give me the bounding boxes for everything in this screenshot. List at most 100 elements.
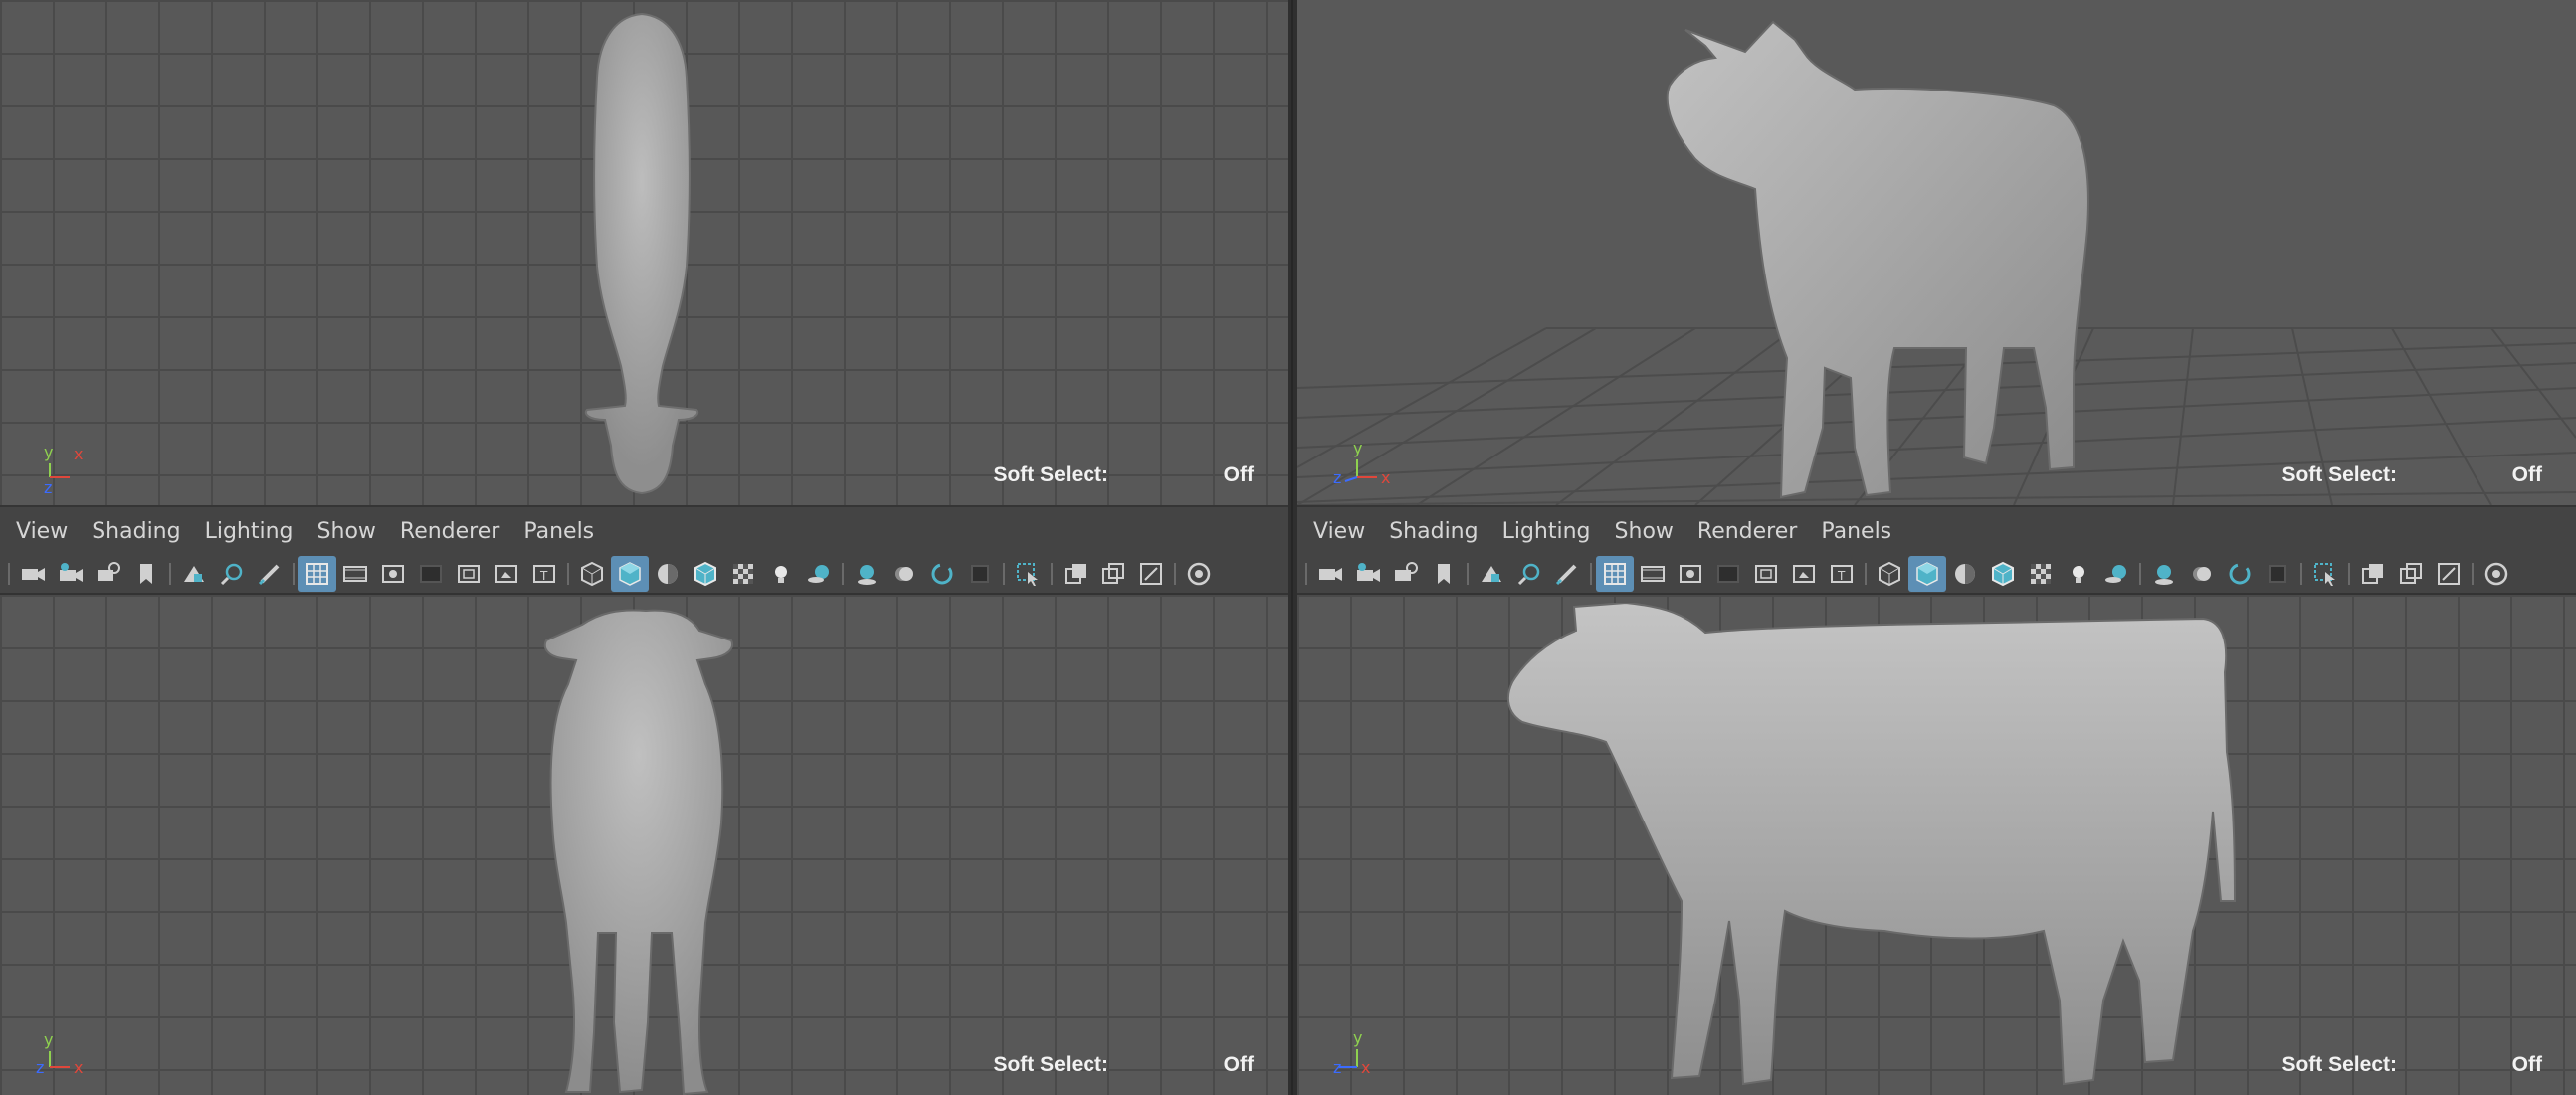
use-all-lights-icon[interactable] bbox=[2060, 556, 2097, 592]
menu-lighting[interactable]: Lighting bbox=[203, 519, 311, 544]
axis-x-label: x bbox=[74, 445, 83, 463]
menu-view[interactable]: View bbox=[14, 519, 86, 544]
shadows-icon[interactable] bbox=[800, 556, 838, 592]
panel-menubar: View Shading Lighting Show Renderer Pane… bbox=[0, 505, 1288, 555]
xray-active-icon[interactable] bbox=[1132, 556, 1170, 592]
menu-lighting[interactable]: Lighting bbox=[1500, 519, 1609, 544]
grease-pencil-icon[interactable] bbox=[251, 556, 289, 592]
anti-aliasing-icon[interactable] bbox=[923, 556, 961, 592]
anti-aliasing-icon[interactable] bbox=[2221, 556, 2259, 592]
exposure-icon[interactable] bbox=[2477, 556, 2515, 592]
wireframe-on-shaded-icon[interactable] bbox=[1984, 556, 2022, 592]
screen-space-ao-icon[interactable] bbox=[848, 556, 886, 592]
lock-camera-icon[interactable] bbox=[1387, 556, 1425, 592]
menu-panels[interactable]: Panels bbox=[1819, 519, 1909, 544]
select-camera-icon[interactable] bbox=[14, 556, 52, 592]
grid-icon[interactable] bbox=[1596, 556, 1634, 592]
default-material-icon[interactable] bbox=[1946, 556, 1984, 592]
viewport-top[interactable]: y x z Soft Select: Off bbox=[0, 0, 1288, 505]
textured-icon[interactable] bbox=[2022, 556, 2060, 592]
xray-icon[interactable] bbox=[1057, 556, 1094, 592]
film-gate-icon[interactable] bbox=[336, 556, 374, 592]
xray-icon[interactable] bbox=[2354, 556, 2392, 592]
viewport-front-canvas[interactable]: y x z Soft Select: Off bbox=[0, 595, 1288, 1095]
bookmark-icon[interactable] bbox=[1425, 556, 1463, 592]
viewport-side-canvas[interactable]: y z x Soft Select: Off bbox=[1297, 595, 2576, 1095]
menu-panels[interactable]: Panels bbox=[521, 519, 612, 544]
motion-blur-icon[interactable] bbox=[886, 556, 923, 592]
menu-shading[interactable]: Shading bbox=[90, 519, 198, 544]
screen-space-ao-icon[interactable] bbox=[2145, 556, 2183, 592]
safe-title-icon[interactable]: T bbox=[525, 556, 563, 592]
axis-z-label: z bbox=[1333, 468, 1341, 487]
safe-action-icon[interactable] bbox=[1785, 556, 1823, 592]
menu-renderer[interactable]: Renderer bbox=[1695, 519, 1815, 544]
cow-model-top[interactable] bbox=[567, 8, 716, 495]
film-gate-icon[interactable] bbox=[1634, 556, 1672, 592]
axis-y-label: y bbox=[1353, 1028, 1362, 1047]
xray-joints-icon[interactable] bbox=[2392, 556, 2430, 592]
toolbar-separator bbox=[1861, 559, 1871, 589]
toolbar-separator bbox=[838, 559, 848, 589]
resolution-gate-icon[interactable] bbox=[374, 556, 412, 592]
safe-action-icon[interactable] bbox=[488, 556, 525, 592]
xray-joints-icon[interactable] bbox=[1094, 556, 1132, 592]
field-chart-icon[interactable] bbox=[450, 556, 488, 592]
cow-model-front[interactable] bbox=[522, 605, 771, 1095]
soft-select-label: Soft Select: bbox=[2281, 1053, 2397, 1076]
smooth-shade-icon[interactable] bbox=[1908, 556, 1946, 592]
image-plane-icon[interactable] bbox=[175, 556, 213, 592]
pane-divider[interactable] bbox=[1288, 0, 1297, 1095]
bookmark-icon[interactable] bbox=[127, 556, 165, 592]
2d-pan-zoom-icon[interactable] bbox=[213, 556, 251, 592]
menu-view[interactable]: View bbox=[1311, 519, 1383, 544]
camera-attributes-icon[interactable] bbox=[52, 556, 90, 592]
2d-pan-zoom-icon[interactable] bbox=[1510, 556, 1548, 592]
field-chart-icon[interactable] bbox=[1747, 556, 1785, 592]
camera-attributes-icon[interactable] bbox=[1349, 556, 1387, 592]
wireframe-on-shaded-icon[interactable] bbox=[687, 556, 724, 592]
resolution-gate-icon[interactable] bbox=[1672, 556, 1709, 592]
use-all-lights-icon[interactable] bbox=[762, 556, 800, 592]
motion-blur-icon[interactable] bbox=[2183, 556, 2221, 592]
axis-z-label: z bbox=[36, 1058, 44, 1077]
cow-model-side[interactable] bbox=[1506, 603, 2382, 1095]
shadows-icon[interactable] bbox=[2097, 556, 2135, 592]
panel-menubar: View Shading Lighting Show Renderer Pane… bbox=[1297, 505, 2576, 555]
gate-mask-icon[interactable] bbox=[1709, 556, 1747, 592]
panel-toolbar: T bbox=[0, 555, 1288, 595]
viewport-persp-canvas[interactable]: y x z Soft Select: Off bbox=[1297, 0, 2576, 505]
smooth-shade-icon[interactable] bbox=[611, 556, 649, 592]
menu-show[interactable]: Show bbox=[1613, 519, 1691, 544]
gate-mask-icon[interactable] bbox=[412, 556, 450, 592]
select-camera-icon[interactable] bbox=[1311, 556, 1349, 592]
toolbar-separator bbox=[4, 559, 14, 589]
textured-icon[interactable] bbox=[724, 556, 762, 592]
toolbar-separator bbox=[1301, 559, 1311, 589]
isolate-select-icon[interactable] bbox=[2306, 556, 2344, 592]
xray-active-icon[interactable] bbox=[2430, 556, 2468, 592]
safe-title-icon[interactable]: T bbox=[1823, 556, 1861, 592]
toolbar-separator bbox=[1586, 559, 1596, 589]
wireframe-icon[interactable] bbox=[573, 556, 611, 592]
viewport-front[interactable]: View Shading Lighting Show Renderer Pane… bbox=[0, 505, 1288, 1095]
wireframe-icon[interactable] bbox=[1871, 556, 1908, 592]
lock-camera-icon[interactable] bbox=[90, 556, 127, 592]
viewport-side[interactable]: View Shading Lighting Show Renderer Pane… bbox=[1297, 505, 2576, 1095]
toolbar-separator bbox=[2296, 559, 2306, 589]
grease-pencil-icon[interactable] bbox=[1548, 556, 1586, 592]
depth-of-field-icon[interactable] bbox=[961, 556, 999, 592]
viewport-persp[interactable]: y x z Soft Select: Off bbox=[1297, 0, 2576, 505]
menu-shading[interactable]: Shading bbox=[1387, 519, 1495, 544]
menu-renderer[interactable]: Renderer bbox=[398, 519, 517, 544]
isolate-select-icon[interactable] bbox=[1009, 556, 1047, 592]
toolbar-separator bbox=[563, 559, 573, 589]
depth-of-field-icon[interactable] bbox=[2259, 556, 2296, 592]
grid-icon[interactable] bbox=[298, 556, 336, 592]
default-material-icon[interactable] bbox=[649, 556, 687, 592]
exposure-icon[interactable] bbox=[1180, 556, 1218, 592]
viewport-top-canvas[interactable]: y x z Soft Select: Off bbox=[0, 0, 1288, 505]
cow-model-persp[interactable] bbox=[1656, 10, 2173, 502]
image-plane-icon[interactable] bbox=[1473, 556, 1510, 592]
menu-show[interactable]: Show bbox=[315, 519, 394, 544]
